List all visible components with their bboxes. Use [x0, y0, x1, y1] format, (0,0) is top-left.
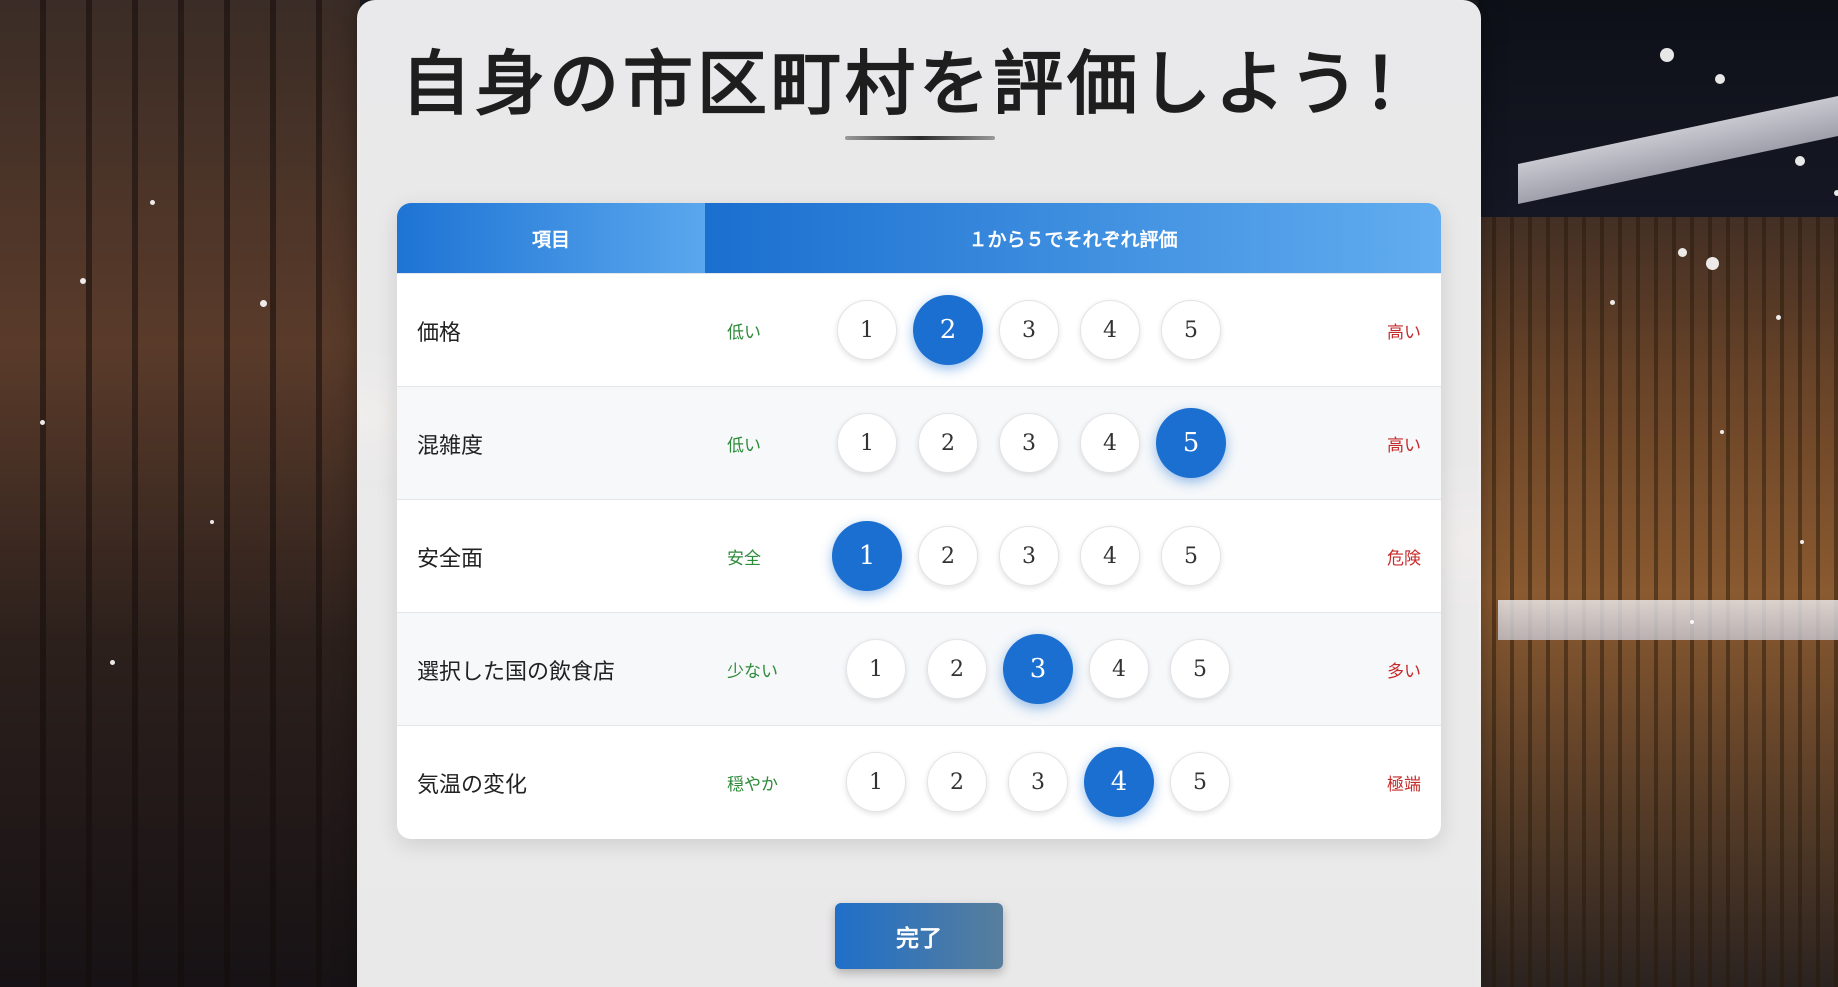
snowflake [1720, 430, 1724, 434]
row-label: 選択した国の飲食店 [417, 659, 616, 685]
table-row: 混雑度 低い 高い 12345 [397, 386, 1441, 500]
rating-option-4[interactable]: 4 [1080, 413, 1140, 473]
low-label: 少ない [727, 662, 778, 682]
high-label: 極端 [1387, 775, 1421, 795]
snowflake [1706, 257, 1719, 270]
row-label: 気温の変化 [417, 772, 528, 798]
table-row: 選択した国の飲食店 少ない 多い 12345 [397, 612, 1441, 726]
snowflake [1715, 74, 1725, 84]
snowflake [1795, 156, 1805, 166]
rating-option-4[interactable]: 4 [1080, 526, 1140, 586]
row-label: 安全面 [417, 546, 484, 572]
snowflake [1660, 48, 1674, 62]
snowflake [1610, 300, 1615, 305]
rating-option-4[interactable]: 4 [1089, 639, 1149, 699]
rating-option-2[interactable]: 2 [918, 413, 978, 473]
header-item: 項目 [397, 203, 705, 273]
rating-option-2-selected[interactable]: 2 [913, 295, 983, 365]
high-label: 高い [1387, 436, 1421, 456]
rating-option-3-selected[interactable]: 3 [1003, 634, 1073, 704]
low-label: 安全 [727, 549, 761, 569]
rating-table: 項目 １から５でそれぞれ評価 価格 低い 高い 12345 混雑度 低い 高い … [397, 203, 1441, 839]
snowflake [1834, 190, 1838, 196]
row-label: 混雑度 [417, 433, 484, 459]
rating-option-1[interactable]: 1 [846, 639, 906, 699]
low-label: 低い [727, 323, 761, 343]
rating-option-5-selected[interactable]: 5 [1156, 408, 1226, 478]
rating-option-3[interactable]: 3 [999, 300, 1059, 360]
background-snow-ground [1498, 600, 1838, 640]
rating-option-2[interactable]: 2 [927, 639, 987, 699]
done-button[interactable]: 完了 [835, 903, 1003, 969]
rating-option-1-selected[interactable]: 1 [832, 521, 902, 591]
table-row: 安全面 安全 危険 12345 [397, 499, 1441, 613]
table-header: 項目 １から５でそれぞれ評価 [397, 203, 1441, 273]
row-label: 価格 [417, 320, 462, 346]
high-label: 危険 [1387, 549, 1421, 569]
header-eval: １から５でそれぞれ評価 [705, 203, 1441, 273]
rating-option-2[interactable]: 2 [927, 752, 987, 812]
rating-option-1[interactable]: 1 [837, 300, 897, 360]
rating-option-3[interactable]: 3 [999, 526, 1059, 586]
snowflake [260, 300, 267, 307]
snowflake [40, 420, 45, 425]
snowflake [1800, 540, 1804, 544]
low-label: 低い [727, 436, 761, 456]
rating-option-3[interactable]: 3 [999, 413, 1059, 473]
rating-option-2[interactable]: 2 [918, 526, 978, 586]
snowflake [1678, 248, 1687, 257]
rating-option-1[interactable]: 1 [837, 413, 897, 473]
snowflake [80, 278, 86, 284]
high-label: 多い [1387, 662, 1421, 682]
snowflake [1776, 315, 1781, 320]
rating-option-4[interactable]: 4 [1080, 300, 1140, 360]
background-left-street [0, 0, 360, 987]
rating-option-5[interactable]: 5 [1170, 639, 1230, 699]
high-label: 高い [1387, 323, 1421, 343]
rating-option-3[interactable]: 3 [1008, 752, 1068, 812]
snowflake [150, 200, 155, 205]
rating-option-4-selected[interactable]: 4 [1084, 747, 1154, 817]
rating-option-5[interactable]: 5 [1161, 300, 1221, 360]
rating-option-5[interactable]: 5 [1170, 752, 1230, 812]
low-label: 穏やか [727, 775, 778, 795]
snowflake [110, 660, 115, 665]
title-underline [845, 136, 995, 140]
snowflake [210, 520, 214, 524]
table-row: 気温の変化 穏やか 極端 12345 [397, 725, 1441, 839]
page-title: 自身の市区町村を評価しよう！ [401, 42, 1437, 125]
rating-option-1[interactable]: 1 [846, 752, 906, 812]
rating-card: 自身の市区町村を評価しよう！ 項目 １から５でそれぞれ評価 価格 低い 高い 1… [357, 0, 1481, 987]
rating-option-5[interactable]: 5 [1161, 526, 1221, 586]
table-row: 価格 低い 高い 12345 [397, 273, 1441, 387]
snowflake [1690, 620, 1694, 624]
